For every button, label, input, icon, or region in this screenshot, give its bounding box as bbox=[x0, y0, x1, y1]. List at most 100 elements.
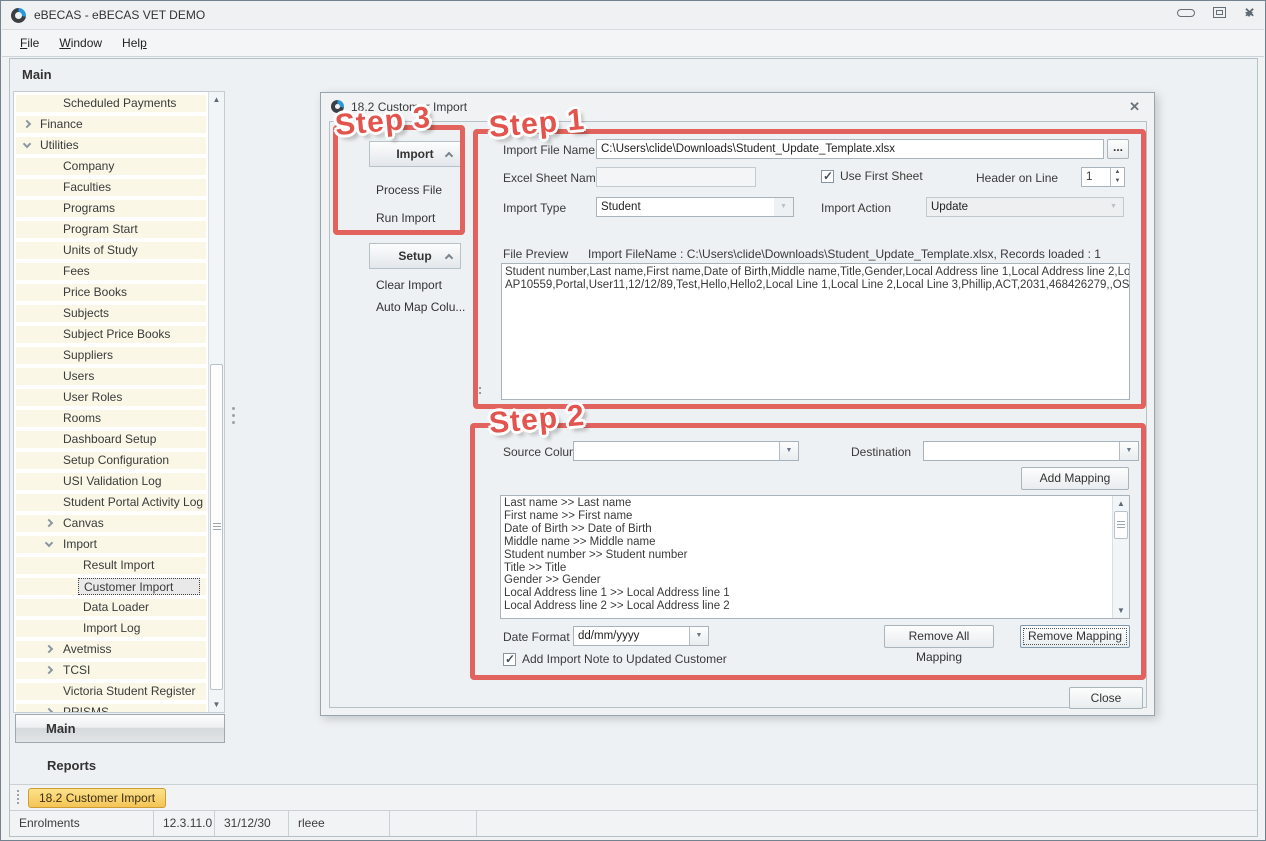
import-action-value: Update bbox=[927, 198, 1104, 216]
sidebar-item-subject-price-books[interactable]: Subject Price Books bbox=[16, 326, 206, 343]
sidebar-item-program-start[interactable]: Program Start bbox=[16, 221, 206, 238]
chevron-down-icon[interactable]: ▼ bbox=[1119, 442, 1138, 460]
sidebar-item-units-of-study[interactable]: Units of Study bbox=[16, 242, 206, 259]
sidebar-item-price-books[interactable]: Price Books bbox=[16, 284, 206, 301]
mapping-row[interactable]: Local Address line 2 >> Local Address li… bbox=[504, 600, 1112, 613]
sidebar-item-victoria-student-register[interactable]: Victoria Student Register bbox=[16, 683, 206, 700]
import-group-header[interactable]: Import bbox=[369, 141, 461, 167]
sidebar-item-usi-validation-log[interactable]: USI Validation Log bbox=[16, 473, 206, 490]
spin-up-icon[interactable]: ▲ bbox=[1111, 168, 1124, 177]
scroll-down-icon[interactable]: ▼ bbox=[1113, 603, 1129, 618]
sidebar-item-fees[interactable]: Fees bbox=[16, 263, 206, 280]
sidebar-item-student-portal-activity-log[interactable]: Student Portal Activity Log bbox=[16, 494, 206, 511]
clear-import-link[interactable]: Clear Import bbox=[376, 278, 442, 292]
sidebar-item-scheduled-payments[interactable]: Scheduled Payments bbox=[16, 95, 206, 112]
mapping-row[interactable]: Student number >> Student number bbox=[504, 549, 1112, 562]
excel-sheet-name-input[interactable] bbox=[596, 167, 756, 187]
preview-resize-handle[interactable] bbox=[479, 387, 481, 394]
chevron-down-icon[interactable]: ▼ bbox=[779, 442, 798, 460]
import-file-name-input[interactable]: C:\Users\clide\Downloads\Student_Update_… bbox=[596, 139, 1104, 159]
scroll-down-icon[interactable]: ▼ bbox=[209, 697, 224, 712]
mapping-row[interactable]: Last name >> Last name bbox=[504, 497, 1112, 510]
sidebar-item-subjects[interactable]: Subjects bbox=[16, 305, 206, 322]
close-button[interactable]: Close bbox=[1069, 687, 1143, 709]
sidebar-item-user-roles[interactable]: User Roles bbox=[16, 389, 206, 406]
open-window-tab[interactable]: 18.2 Customer Import bbox=[28, 788, 166, 808]
use-first-sheet-checkbox[interactable]: Use First Sheet bbox=[821, 169, 923, 183]
sidebar-item-finance[interactable]: Finance bbox=[16, 116, 206, 133]
menu-item-file[interactable]: File bbox=[10, 32, 49, 54]
sidebar-item-utilities[interactable]: Utilities bbox=[16, 137, 206, 154]
add-mapping-button[interactable]: Add Mapping bbox=[1021, 467, 1129, 490]
sidebar-item-canvas[interactable]: Canvas bbox=[16, 515, 206, 532]
tree-scrollbar[interactable]: ▲ ▼ bbox=[208, 92, 224, 712]
sidebar-item-avetmiss[interactable]: Avetmiss bbox=[16, 641, 206, 658]
browse-button[interactable]: ... bbox=[1107, 139, 1129, 159]
spin-down-icon[interactable]: ▼ bbox=[1111, 177, 1124, 186]
mapping-row[interactable]: Gender >> Gender bbox=[504, 574, 1112, 587]
mapping-scrollbar-thumb[interactable] bbox=[1114, 511, 1128, 539]
chevron-down-icon[interactable]: ▼ bbox=[1104, 198, 1123, 216]
dialog-close-icon[interactable]: ✕ bbox=[1129, 99, 1140, 115]
sidebar-item-label: Scheduled Payments bbox=[16, 95, 206, 112]
sidebar-item-label: Student Portal Activity Log bbox=[16, 494, 206, 511]
panel-splitter-handle[interactable] bbox=[231, 407, 236, 424]
sidebar-item-import-log[interactable]: Import Log bbox=[16, 620, 206, 637]
run-import-link[interactable]: Run Import bbox=[376, 211, 435, 225]
sidebar-item-rooms[interactable]: Rooms bbox=[16, 410, 206, 427]
date-format-select[interactable]: dd/mm/yyyy ▼ bbox=[573, 626, 709, 646]
sidebar-item-label: Program Start bbox=[16, 221, 206, 238]
sidebar-item-users[interactable]: Users bbox=[16, 368, 206, 385]
header-on-line-stepper[interactable]: 1 ▲▼ bbox=[1081, 167, 1125, 187]
remove-all-mapping-button[interactable]: Remove All Mapping bbox=[884, 625, 994, 648]
sidebar-item-programs[interactable]: Programs bbox=[16, 200, 206, 217]
mapping-row[interactable]: First name >> First name bbox=[504, 510, 1112, 523]
source-column-select[interactable]: ▼ bbox=[573, 441, 799, 461]
mapping-scrollbar[interactable]: ▲ ▼ bbox=[1112, 496, 1129, 618]
auto-map-columns-link[interactable]: Auto Map Colu... bbox=[376, 300, 465, 314]
minimize-icon[interactable] bbox=[1177, 9, 1195, 17]
menu-item-help[interactable]: Help bbox=[112, 32, 157, 54]
mapping-row[interactable]: Local Address line 1 >> Local Address li… bbox=[504, 587, 1112, 600]
sidebar-item-import[interactable]: Import bbox=[16, 536, 206, 553]
taskbar-grip-handle[interactable] bbox=[17, 790, 19, 804]
restore-icon[interactable] bbox=[1213, 7, 1226, 18]
remove-mapping-button[interactable]: Remove Mapping bbox=[1020, 625, 1130, 648]
add-import-note-checkbox[interactable]: Add Import Note to Updated Customer bbox=[503, 652, 727, 666]
scroll-up-icon[interactable]: ▲ bbox=[1113, 496, 1129, 511]
sidebar-item-data-loader[interactable]: Data Loader bbox=[16, 599, 206, 616]
sidebar-item-dashboard-setup[interactable]: Dashboard Setup bbox=[16, 431, 206, 448]
status-cell: Enrolments bbox=[10, 811, 154, 836]
mapping-row[interactable]: Date of Birth >> Date of Birth bbox=[504, 523, 1112, 536]
chevron-down-icon[interactable]: ▼ bbox=[689, 627, 708, 645]
menubar-chevron-down-icon[interactable] bbox=[1245, 12, 1253, 17]
status-cell: 12.3.11.0 bbox=[154, 811, 215, 836]
import-file-name-label: Import File Name bbox=[503, 143, 595, 157]
sidebar-item-suppliers[interactable]: Suppliers bbox=[16, 347, 206, 364]
header-on-line-value[interactable]: 1 bbox=[1082, 168, 1110, 186]
mapping-row[interactable]: Title >> Title bbox=[504, 562, 1112, 575]
sidebar-item-result-import[interactable]: Result Import bbox=[16, 557, 206, 574]
chevron-down-icon[interactable]: ▼ bbox=[774, 198, 793, 216]
import-action-select[interactable]: Update ▼ bbox=[926, 197, 1124, 217]
destination-select[interactable]: ▼ bbox=[923, 441, 1139, 461]
mapping-row[interactable]: Middle name >> Middle name bbox=[504, 536, 1112, 549]
titlebar: eBECAS - eBECAS VET DEMO ✕ bbox=[1, 1, 1265, 29]
process-file-link[interactable]: Process File bbox=[376, 183, 442, 197]
tree-scrollbar-thumb[interactable] bbox=[210, 364, 223, 690]
setup-group-header[interactable]: Setup bbox=[369, 243, 461, 269]
nav-group-main-button[interactable]: Main bbox=[15, 714, 225, 743]
scroll-up-icon[interactable]: ▲ bbox=[209, 92, 224, 107]
file-preview-textarea[interactable]: Student number,Last name,First name,Date… bbox=[501, 263, 1130, 400]
import-type-select[interactable]: Student ▼ bbox=[596, 197, 794, 217]
menu-item-window[interactable]: Window bbox=[49, 32, 112, 54]
sidebar-item-setup-configuration[interactable]: Setup Configuration bbox=[16, 452, 206, 469]
sidebar-item-prisms[interactable]: PRISMS bbox=[16, 704, 206, 712]
sidebar-item-tcsi[interactable]: TCSI bbox=[16, 662, 206, 679]
sidebar-item-company[interactable]: Company bbox=[16, 158, 206, 175]
chevron-up-icon bbox=[445, 254, 453, 262]
status-cell: 31/12/30 bbox=[215, 811, 289, 836]
nav-group-reports-button[interactable]: Reports bbox=[47, 758, 96, 773]
sidebar-item-customer-import[interactable]: Customer Import bbox=[16, 578, 206, 595]
sidebar-item-faculties[interactable]: Faculties bbox=[16, 179, 206, 196]
